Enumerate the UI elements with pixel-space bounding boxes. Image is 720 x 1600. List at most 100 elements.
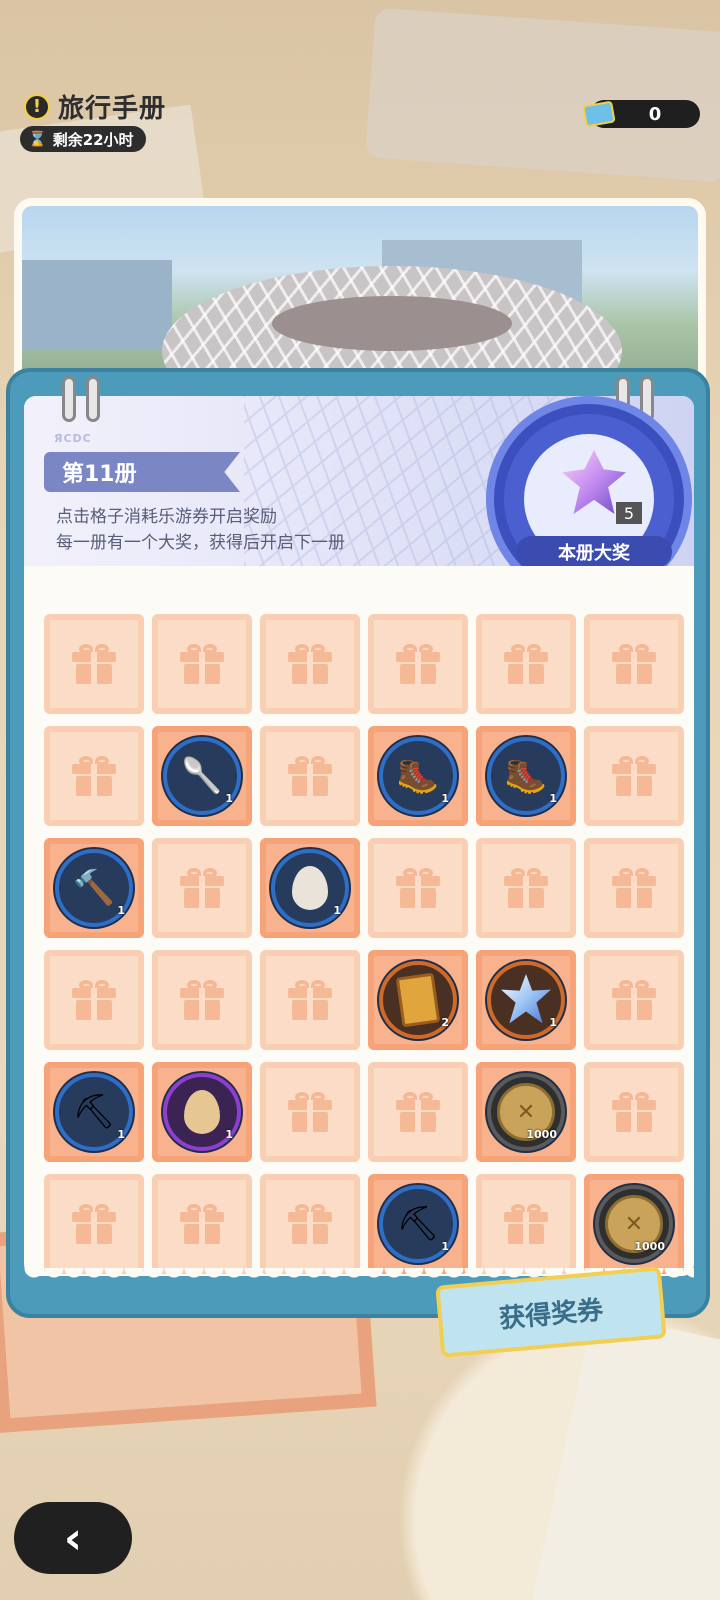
reward-cell-closed[interactable]: [44, 614, 144, 714]
gift-icon: [180, 644, 224, 684]
reward-grid: 🥄 1 🥾 1 🥾 1 🔨 1 1 2 1 ⛏ 1 1 ✕ 1000 ⛏ 1 ✕ 1000: [44, 614, 684, 1274]
pickaxe-icon: ⛏: [72, 1092, 116, 1132]
gift-icon: [504, 1204, 548, 1244]
gift-icon: [396, 868, 440, 908]
gift-icon: [288, 1092, 332, 1132]
volume-label: 第11册: [44, 452, 240, 492]
reward-cell-opened[interactable]: 1: [152, 1062, 252, 1162]
reward-cell-closed[interactable]: [476, 838, 576, 938]
reward-cell-closed[interactable]: [260, 1062, 360, 1162]
reward-cell-opened[interactable]: 🥄 1: [152, 726, 252, 826]
reward-cell-closed[interactable]: [44, 950, 144, 1050]
binder-clip: [62, 376, 76, 422]
golden-egg-icon: [184, 1090, 220, 1134]
gift-icon: [72, 644, 116, 684]
reward-cell-closed[interactable]: [368, 614, 468, 714]
reward-cell-closed[interactable]: [260, 726, 360, 826]
item-quantity: 1: [441, 1240, 449, 1253]
reward-cell-closed[interactable]: [152, 614, 252, 714]
reward-cell-closed[interactable]: [584, 726, 684, 826]
stadium-illustration: [22, 206, 698, 390]
reward-cell-opened[interactable]: 🥾 1: [476, 726, 576, 826]
reward-cell-opened[interactable]: ✕ 1000: [584, 1174, 684, 1274]
reward-cell-opened[interactable]: 1: [260, 838, 360, 938]
event-title[interactable]: ! 旅行手册: [24, 88, 166, 125]
remaining-time-badge: ⌛ 剩余22小时: [20, 126, 146, 152]
background-tablet: [365, 7, 720, 183]
reward-cell-closed[interactable]: [584, 614, 684, 714]
reward-cell-closed[interactable]: [260, 1174, 360, 1274]
grand-prize-label: 本册大奖: [516, 536, 672, 566]
gift-icon: [612, 756, 656, 796]
gift-icon: [288, 1204, 332, 1244]
reward-cell-closed[interactable]: [260, 614, 360, 714]
gift-icon: [612, 868, 656, 908]
reward-item: ⛏ 1: [55, 1073, 133, 1151]
city-building: [22, 260, 172, 350]
gift-icon: [396, 1092, 440, 1132]
background-paper-white: [530, 1312, 720, 1600]
reward-item: 🥾 1: [487, 737, 565, 815]
passport-board: ЯCDC 第11册 点击格子消耗乐游券开启奖励 每一册有一个大奖，获得后开启下一…: [6, 368, 710, 1318]
volume-desc-line1: 点击格子消耗乐游券开启奖励: [56, 507, 277, 527]
reward-cell-closed[interactable]: [476, 1174, 576, 1274]
reward-cell-opened[interactable]: 🥾 1: [368, 726, 468, 826]
reward-item: ✕ 1000: [487, 1073, 565, 1151]
gift-icon: [72, 980, 116, 1020]
pickaxe-icon: ⛏: [396, 1204, 440, 1244]
gift-icon: [396, 644, 440, 684]
reward-cell-closed[interactable]: [44, 726, 144, 826]
reward-cell-closed[interactable]: [584, 950, 684, 1050]
item-quantity: 1000: [634, 1240, 665, 1253]
reward-item: 🥾 1: [379, 737, 457, 815]
grand-prize-core: 5 本册大奖: [516, 434, 672, 566]
reward-cell-closed[interactable]: [152, 950, 252, 1050]
item-quantity: 1000: [526, 1128, 557, 1141]
reward-item: ✕ 1000: [595, 1185, 673, 1263]
gift-icon: [504, 868, 548, 908]
reward-cell-closed[interactable]: [152, 838, 252, 938]
gift-icon: [180, 1204, 224, 1244]
ticket-icon: [582, 100, 616, 128]
reward-item: ⛏ 1: [379, 1185, 457, 1263]
reward-cell-opened[interactable]: ⛏ 1: [44, 1062, 144, 1162]
back-button[interactable]: ‹: [14, 1502, 132, 1574]
reward-cell-closed[interactable]: [368, 838, 468, 938]
boots-icon: 🥾: [396, 756, 440, 796]
gift-icon: [504, 644, 548, 684]
gift-icon: [180, 980, 224, 1020]
reward-cell-opened[interactable]: 2: [368, 950, 468, 1050]
gift-icon: [288, 644, 332, 684]
reward-cell-opened[interactable]: ✕ 1000: [476, 1062, 576, 1162]
reward-item: 1: [271, 849, 349, 927]
gift-icon: [288, 980, 332, 1020]
reward-cell-closed[interactable]: [44, 1174, 144, 1274]
reward-cell-closed[interactable]: [584, 838, 684, 938]
passport-page: ЯCDC 第11册 点击格子消耗乐游券开启奖励 每一册有一个大奖，获得后开启下一…: [24, 376, 694, 1284]
event-title-text: 旅行手册: [58, 94, 167, 124]
item-quantity: 1: [117, 1128, 125, 1141]
volume-desc-line2: 每一册有一个大奖，获得后开启下一册: [56, 533, 345, 553]
reward-item: 1: [163, 1073, 241, 1151]
grand-prize-count: 5: [616, 502, 642, 524]
item-quantity: 2: [441, 1016, 449, 1029]
reward-cell-closed[interactable]: [584, 1062, 684, 1162]
reward-cell-opened[interactable]: ⛏ 1: [368, 1174, 468, 1274]
reward-cell-closed[interactable]: [368, 1062, 468, 1162]
reward-item: 🔨 1: [55, 849, 133, 927]
reward-cell-opened[interactable]: 1: [476, 950, 576, 1050]
reward-cell-closed[interactable]: [476, 614, 576, 714]
remaining-time-text: 剩余22小时: [52, 130, 134, 149]
info-icon[interactable]: !: [24, 93, 50, 120]
ticket-counter[interactable]: 0: [582, 100, 700, 128]
item-quantity: 1: [333, 904, 341, 917]
gift-icon: [180, 868, 224, 908]
reward-item: 2: [379, 961, 457, 1039]
reward-cell-opened[interactable]: 🔨 1: [44, 838, 144, 938]
gift-icon: [72, 756, 116, 796]
item-quantity: 1: [225, 792, 233, 805]
grand-prize-stamp[interactable]: 5 本册大奖: [486, 396, 692, 566]
binder-clip: [86, 376, 100, 422]
reward-cell-closed[interactable]: [260, 950, 360, 1050]
reward-cell-closed[interactable]: [152, 1174, 252, 1274]
